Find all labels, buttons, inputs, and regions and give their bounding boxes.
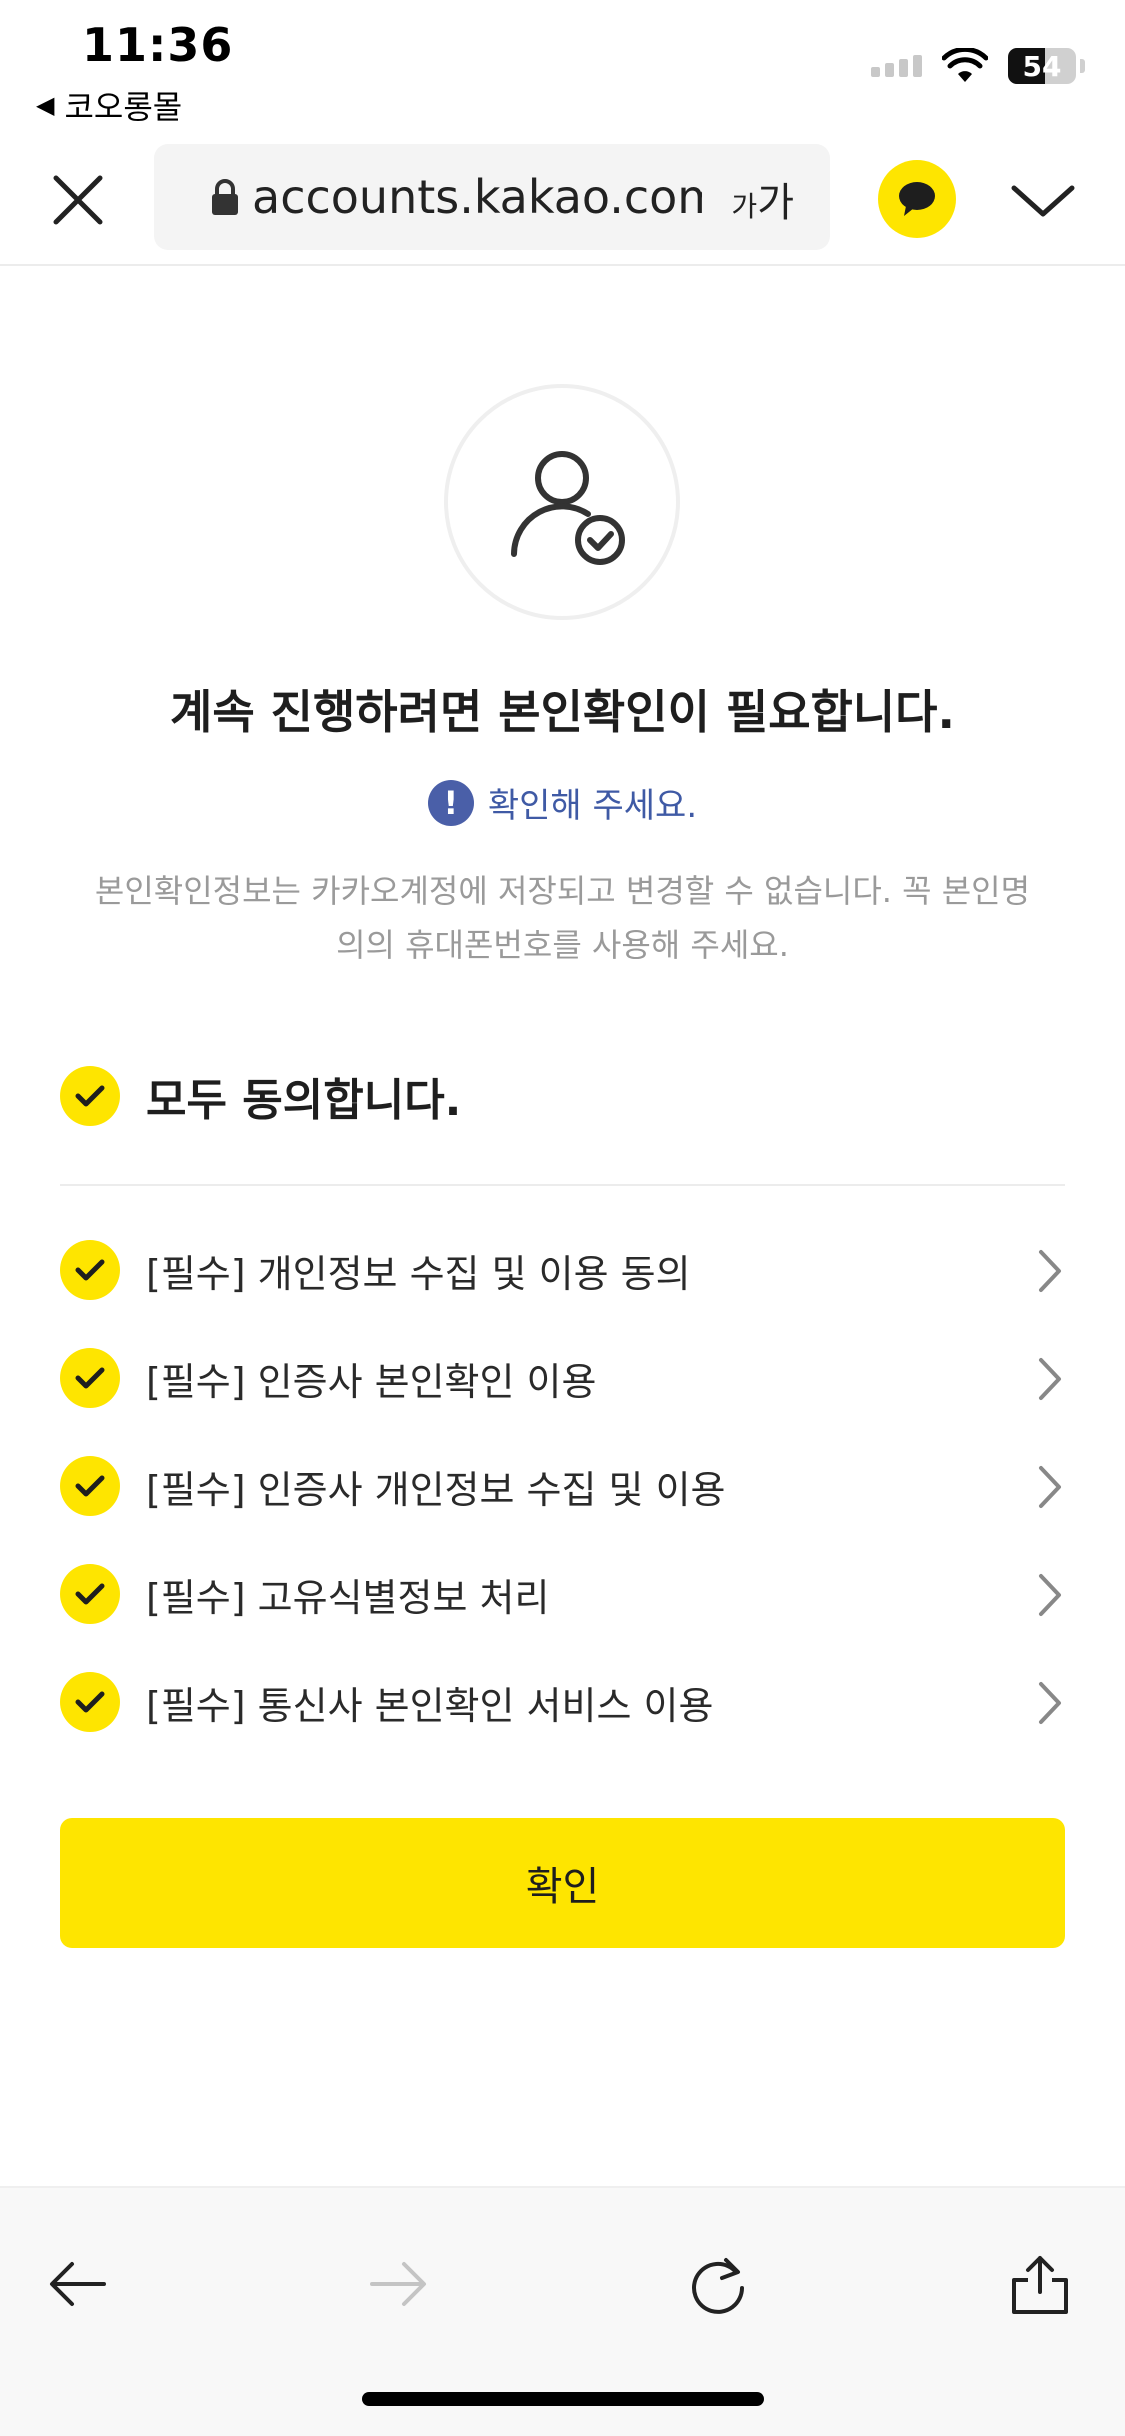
chevron-right-icon[interactable]: [1035, 1464, 1065, 1510]
reload-icon[interactable]: [686, 2252, 750, 2316]
browser-bar: accounts.kakao.com 가가: [0, 140, 1125, 266]
share-icon[interactable]: [1008, 2252, 1072, 2316]
check-icon[interactable]: [60, 1564, 120, 1624]
back-arrow-icon[interactable]: [46, 2252, 110, 2316]
chevron-down-icon[interactable]: [1008, 176, 1078, 226]
term-item[interactable]: [필수] 인증사 본인확인 이용: [60, 1324, 1065, 1432]
kakaotalk-icon: [899, 182, 935, 216]
page-heading: 계속 진행하려면 본인확인이 필요합니다.: [170, 685, 955, 739]
battery-tip: [1080, 59, 1085, 73]
back-triangle-icon: ◀: [36, 91, 55, 119]
chevron-right-icon[interactable]: [1035, 1572, 1065, 1618]
check-icon[interactable]: [60, 1456, 120, 1516]
chevron-right-icon[interactable]: [1035, 1248, 1065, 1294]
confirm-button[interactable]: 확인: [60, 1818, 1065, 1948]
term-label: [필수] 통신사 본인확인 서비스 이용: [146, 1683, 714, 1728]
lock-icon: [212, 179, 238, 215]
description-line-1: 본인확인정보는 카카오계정에 저장되고 변경할 수 없습니다. 꼭 본인명: [94, 872, 1031, 910]
battery-icon: 54: [1008, 48, 1076, 84]
term-item[interactable]: [필수] 개인정보 수집 및 이용 동의: [60, 1216, 1065, 1324]
user-verified-avatar: [444, 384, 680, 620]
check-icon[interactable]: [60, 1348, 120, 1408]
notice-message: ! 확인해 주세요.: [0, 778, 1125, 827]
back-to-app-button[interactable]: ◀ 코오롱몰: [36, 82, 182, 128]
term-item[interactable]: [필수] 통신사 본인확인 서비스 이용: [60, 1648, 1065, 1756]
close-icon[interactable]: [46, 168, 110, 232]
term-label: [필수] 인증사 개인정보 수집 및 이용: [146, 1467, 726, 1512]
notice-text: 확인해 주세요.: [487, 786, 698, 826]
term-label: [필수] 개인정보 수집 및 이용 동의: [146, 1251, 691, 1296]
wifi-icon: [942, 48, 988, 82]
battery-percent: 54: [1022, 49, 1062, 83]
home-indicator[interactable]: [362, 2392, 764, 2406]
user-verified-icon: [511, 451, 625, 565]
term-item[interactable]: [필수] 인증사 개인정보 수집 및 이용: [60, 1432, 1065, 1540]
status-time: 11:36: [82, 18, 234, 72]
term-label: [필수] 고유식별정보 처리: [146, 1575, 550, 1620]
url-text: accounts.kakao.com: [252, 170, 702, 224]
description: 본인확인정보는 카카오계정에 저장되고 변경할 수 없습니다. 꼭 본인명 의의…: [60, 864, 1065, 972]
text-size-small: 가: [731, 190, 758, 223]
kakaotalk-button[interactable]: [878, 160, 956, 238]
divider: [60, 1184, 1065, 1186]
chevron-right-icon[interactable]: [1035, 1356, 1065, 1402]
text-size-button[interactable]: 가가: [731, 170, 794, 228]
agree-all-label: 모두 동의합니다.: [146, 1075, 462, 1126]
alert-icon: !: [427, 779, 474, 826]
check-icon: [60, 1066, 120, 1126]
check-icon[interactable]: [60, 1240, 120, 1300]
check-icon[interactable]: [60, 1672, 120, 1732]
term-item[interactable]: [필수] 고유식별정보 처리: [60, 1540, 1065, 1648]
text-size-large: 가: [757, 180, 794, 226]
terms-list: [필수] 개인정보 수집 및 이용 동의 [필수] 인증사 본인확인 이용 [필…: [60, 1216, 1065, 1756]
cellular-signal-icon: [871, 55, 922, 77]
description-line-2: 의의 휴대폰번호를 사용해 주세요.: [336, 926, 789, 964]
forward-arrow-icon[interactable]: [366, 2252, 430, 2316]
status-indicators: 54: [871, 48, 1085, 84]
back-app-label: 코오롱몰: [64, 88, 183, 126]
address-bar[interactable]: accounts.kakao.com 가가: [154, 144, 830, 250]
term-label: [필수] 인증사 본인확인 이용: [146, 1359, 597, 1404]
agree-all-checkbox[interactable]: 모두 동의합니다.: [60, 1064, 461, 1128]
chevron-right-icon[interactable]: [1035, 1680, 1065, 1726]
